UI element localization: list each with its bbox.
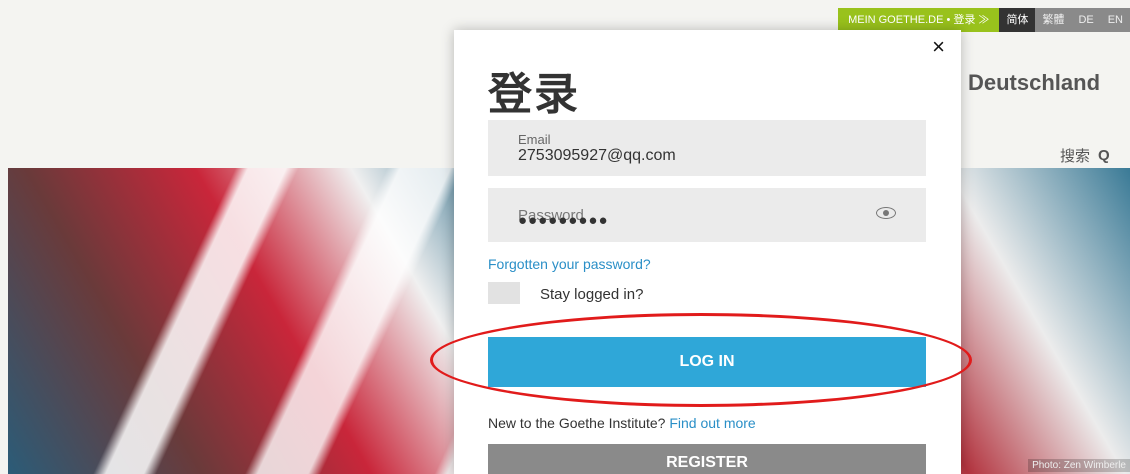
email-field[interactable]: Email 2753095927@qq.com bbox=[488, 120, 926, 176]
password-dots[interactable]: ●●●●●●●●● bbox=[518, 212, 609, 229]
lang-german[interactable]: DE bbox=[1071, 8, 1101, 32]
photo-credit: Photo: Zen Wimberle bbox=[1028, 459, 1130, 472]
find-out-more-link[interactable]: Find out more bbox=[669, 415, 755, 431]
modal-title: 登录 bbox=[488, 70, 580, 119]
search-icon[interactable]: Q bbox=[1098, 147, 1110, 164]
new-user-text: New to the Goethe Institute? Find out mo… bbox=[488, 415, 756, 431]
register-button[interactable]: REGISTER bbox=[488, 444, 926, 474]
close-icon[interactable]: × bbox=[932, 34, 945, 60]
lang-simplified-chinese[interactable]: 简体 bbox=[999, 8, 1036, 32]
lang-english[interactable]: EN bbox=[1100, 8, 1130, 32]
lang-traditional-chinese[interactable]: 繁體 bbox=[1035, 8, 1072, 32]
stay-logged-in-label[interactable]: Stay logged in? bbox=[540, 286, 643, 303]
search-label[interactable]: 搜索 bbox=[1060, 145, 1090, 166]
stay-logged-in-checkbox[interactable] bbox=[488, 282, 520, 304]
top-bar: MEIN GOETHE.DE • 登录 ≫ 简体 繁體 DE EN bbox=[838, 8, 1130, 32]
forgot-password-link[interactable]: Forgotten your password? bbox=[488, 256, 651, 272]
new-user-prompt: New to the Goethe Institute? bbox=[488, 415, 666, 431]
search-area[interactable]: 搜索 Q bbox=[1060, 145, 1110, 166]
site-name: Deutschland bbox=[968, 70, 1101, 95]
show-password-icon[interactable] bbox=[876, 207, 896, 219]
login-modal: × 登录 Email 2753095927@qq.com Password ●●… bbox=[454, 30, 961, 474]
email-label: Email bbox=[518, 132, 551, 147]
mein-goethe-link[interactable]: MEIN GOETHE.DE • 登录 ≫ bbox=[838, 8, 1000, 32]
login-button[interactable]: LOG IN bbox=[488, 337, 926, 387]
password-field[interactable]: Password ●●●●●●●●● bbox=[488, 188, 926, 242]
email-value[interactable]: 2753095927@qq.com bbox=[518, 147, 676, 165]
